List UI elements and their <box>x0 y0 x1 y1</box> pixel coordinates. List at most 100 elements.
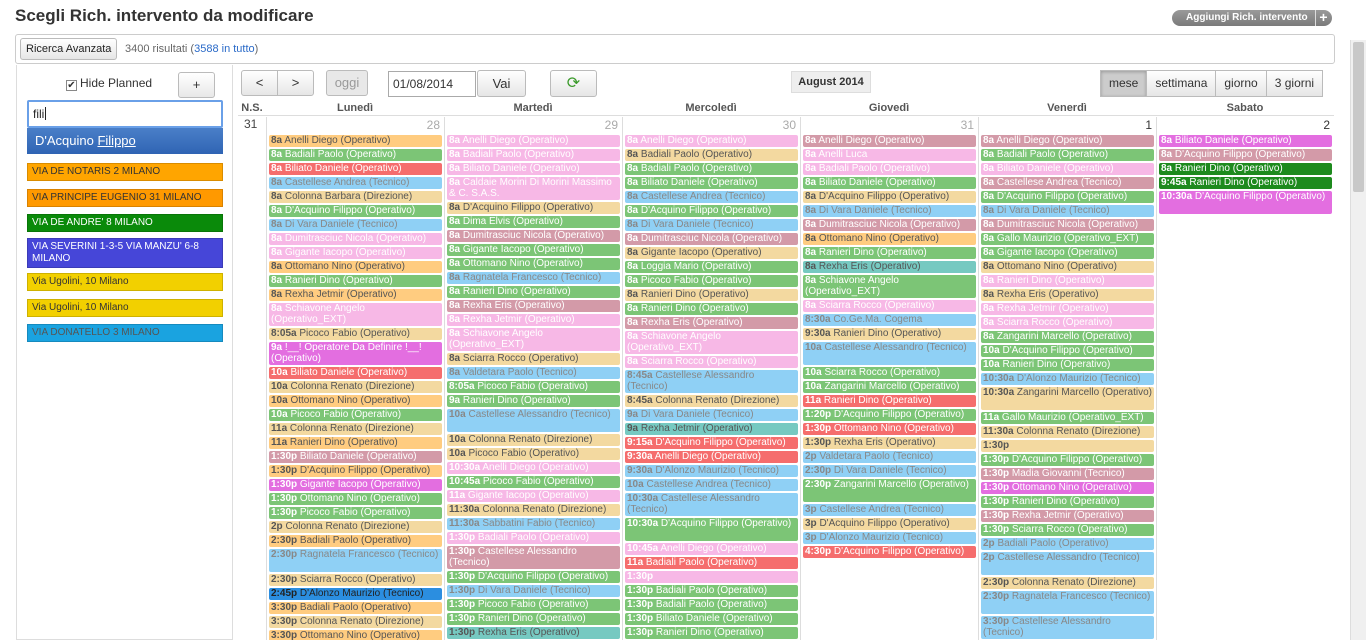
calendar-event[interactable]: 8a Di Vara Daniele (Tecnico) <box>269 219 442 231</box>
calendar-event[interactable]: 8a Rexha Eris (Operativo) <box>625 317 798 329</box>
calendar-event[interactable]: 3:30p Castellese Alessandro (Tecnico) <box>981 616 1154 639</box>
calendar-event[interactable]: 8a Sciarra Rocco (Operativo) <box>447 353 620 365</box>
calendar-event[interactable]: 8a Ranieri Dino (Operativo) <box>447 286 620 298</box>
calendar-event[interactable]: 8a Badiali Paolo (Operativo) <box>447 149 620 161</box>
advanced-search-button[interactable]: Ricerca Avanzata <box>20 38 118 60</box>
calendar-event[interactable]: 1:30p Biliato Daniele (Operativo) <box>625 613 798 625</box>
calendar-event[interactable]: 3:30p Colonna Renato (Direzione) <box>269 616 442 628</box>
calendar-event[interactable]: 8a Ranieri Dino (Operativo) <box>803 247 976 259</box>
calendar-event[interactable]: 1:30p <box>625 571 798 583</box>
calendar-event[interactable]: 1:30p D'Acquino Filippo (Operativo) <box>269 465 442 477</box>
calendar-event[interactable]: 11a Colonna Renato (Direzione) <box>269 423 442 435</box>
calendar-event[interactable]: 1:30p Badiali Paolo (Operativo) <box>625 585 798 597</box>
calendar-event[interactable]: 8a Ranieri Dino (Operativo) <box>1159 163 1332 175</box>
calendar-event[interactable]: 8a Rexha Jetmir (Operativo) <box>447 314 620 326</box>
calendar-event[interactable]: 8a Di Vara Daniele (Tecnico) <box>803 205 976 217</box>
calendar-event[interactable]: 1:30p Ranieri Dino (Operativo) <box>447 613 620 625</box>
calendar-event[interactable]: 8a Rexha Jetmir (Operativo) <box>269 289 442 301</box>
calendar-event[interactable]: 8a Biliato Daniele (Operativo) <box>447 163 620 175</box>
view-settimana-button[interactable]: settimana <box>1146 70 1217 97</box>
calendar-event[interactable]: 9a !__! Operatore Da Definire !__! (Oper… <box>269 342 442 365</box>
calendar-event[interactable]: 8a Ottomano Nino (Operativo) <box>981 261 1154 273</box>
calendar-event[interactable]: 9a Rexha Jetmir (Operativo) <box>625 423 798 435</box>
refresh-icon[interactable]: ⟳ <box>550 70 597 97</box>
calendar-event[interactable]: 11a Gigante Iacopo (Operativo) <box>447 490 620 502</box>
hide-planned-checkbox[interactable]: ✔ Hide Planned <box>66 76 152 91</box>
calendar-event[interactable]: 8a Anelli Diego (Operativo) <box>447 135 620 147</box>
calendar-event[interactable]: 8a Anelli Luca <box>803 149 976 161</box>
calendar-event[interactable]: 8a Gigante Iacopo (Operativo) <box>269 247 442 259</box>
calendar-event[interactable]: 8a Badiali Paolo (Operativo) <box>625 163 798 175</box>
calendar-event[interactable]: 1:30p Badiali Paolo (Operativo) <box>625 599 798 611</box>
view-3-giorni-button[interactable]: 3 giorni <box>1265 70 1324 97</box>
checkbox-check-icon[interactable]: ✔ <box>66 80 77 91</box>
calendar-event[interactable]: 1:30p Ranieri Dino (Operativo) <box>981 496 1154 508</box>
calendar-event[interactable]: 10:30a D'Alonzo Maurizio (Tecnico) <box>981 373 1154 385</box>
calendar-event[interactable]: 2:30p Ragnatela Francesco (Tecnico) <box>269 549 442 572</box>
calendar-event[interactable]: 8a D'Acquino Filippo (Operativo) <box>981 191 1154 203</box>
calendar-event[interactable]: 11a Ranieri Dino (Operativo) <box>803 395 976 407</box>
calendar-event[interactable]: 8a Castellese Andrea (Tecnico) <box>269 177 442 189</box>
calendar-event[interactable]: 1:30p Castellese Alessandro (Tecnico) <box>447 546 620 569</box>
calendar-event[interactable]: 8a Schiavone Angelo (Operativo_EXT) <box>625 331 798 354</box>
calendar-event[interactable]: 8a Castellese Andrea (Tecnico) <box>625 191 798 203</box>
calendar-event[interactable]: 2p Badiali Paolo (Operativo) <box>981 538 1154 550</box>
calendar-event[interactable]: 8a Ranieri Dino (Operativo) <box>625 289 798 301</box>
view-mese-button[interactable]: mese <box>1100 70 1148 97</box>
calendar-event[interactable]: 1:30p D'Acquino Filippo (Operativo) <box>447 571 620 583</box>
calendar-event[interactable]: 3p Castellese Andrea (Tecnico) <box>803 504 976 516</box>
calendar-event[interactable]: 8a Dumitrasciuc Nicola (Operativo) <box>447 230 620 242</box>
calendar-event[interactable]: 3:30p Badiali Paolo (Operativo) <box>269 602 442 614</box>
calendar-event[interactable]: 2:30p Sciarra Rocco (Operativo) <box>269 574 442 586</box>
calendar-event[interactable]: 8a Biliato Daniele (Operativo) <box>803 177 976 189</box>
calendar-event[interactable]: 8a Schiavone Angelo (Operativo_EXT) <box>269 303 442 326</box>
calendar-event[interactable]: 2:30p Colonna Renato (Direzione) <box>981 577 1154 589</box>
calendar-event[interactable]: 8a Ranieri Dino (Operativo) <box>981 275 1154 287</box>
calendar-event[interactable]: 8a Ranieri Dino (Operativo) <box>625 303 798 315</box>
calendar-event[interactable]: 9:30a D'Alonzo Maurizio (Tecnico) <box>625 465 798 477</box>
address-item[interactable]: VIA DE NOTARIS 2 MILANO <box>27 163 223 181</box>
calendar-event[interactable]: 8a Anelli Diego (Operativo) <box>803 135 976 147</box>
next-button[interactable]: > <box>277 70 314 96</box>
calendar-event[interactable]: 11a Badiali Paolo (Operativo) <box>625 557 798 569</box>
calendar-event[interactable]: 10:45a Picoco Fabio (Operativo) <box>447 476 620 488</box>
day-cell[interactable]: 30 8a Anelli Diego (Operativo) 8a Badiali … <box>622 117 800 640</box>
calendar-event[interactable]: 8a Gigante Iacopo (Operativo) <box>981 247 1154 259</box>
calendar-event[interactable]: 8a Colonna Barbara (Direzione) <box>269 191 442 203</box>
calendar-event[interactable]: 1:30p Picoco Fabio (Operativo) <box>447 599 620 611</box>
calendar-event[interactable]: 3p D'Alonzo Maurizio (Tecnico) <box>803 532 976 544</box>
day-cell[interactable]: 31 8a Anelli Diego (Operativo) 8a Anelli L… <box>800 117 978 640</box>
calendar-event[interactable]: 1:30p Ranieri Dino (Operativo) <box>625 627 798 639</box>
page-scrollbar[interactable] <box>1350 40 1366 640</box>
calendar-event[interactable]: 11:30a Colonna Renato (Direzione) <box>447 504 620 516</box>
calendar-event[interactable]: 8a Rexha Eris (Operativo) <box>803 261 976 273</box>
calendar-event[interactable]: 1:30p Di Vara Daniele (Tecnico) <box>447 585 620 597</box>
calendar-event[interactable]: 8a Biliato Daniele (Operativo) <box>1159 135 1332 147</box>
calendar-event[interactable]: 8a Di Vara Daniele (Tecnico) <box>981 205 1154 217</box>
calendar-event[interactable]: 8a Biliato Daniele (Operativo) <box>981 163 1154 175</box>
add-filter-button[interactable]: + <box>178 72 215 98</box>
calendar-event[interactable]: 2:30p Badiali Paolo (Operativo) <box>269 535 442 547</box>
calendar-event[interactable]: 10a Castellese Alessandro (Tecnico) <box>803 342 976 365</box>
calendar-event[interactable]: 8a Anelli Diego (Operativo) <box>981 135 1154 147</box>
address-item[interactable]: VIA DONATELLO 3 MILANO <box>27 324 223 342</box>
calendar-event[interactable]: 1:30p Madia Giovanni (Tecnico) <box>981 468 1154 480</box>
view-giorno-button[interactable]: giorno <box>1215 70 1267 97</box>
calendar-event[interactable]: 8:45a Colonna Renato (Direzione) <box>625 395 798 407</box>
calendar-event[interactable]: 8a Di Vara Daniele (Tecnico) <box>625 219 798 231</box>
date-input[interactable]: 01/08/2014 <box>388 71 476 97</box>
calendar-event[interactable]: 8a Sciarra Rocco (Operativo) <box>625 356 798 368</box>
day-cell[interactable]: 28 8a Anelli Diego (Operativo) 8a Badiali … <box>266 117 444 640</box>
calendar-event[interactable]: 10a Picoco Fabio (Operativo) <box>447 448 620 460</box>
calendar-event[interactable]: 8:30a Co.Ge.Ma. Cogema <box>803 314 976 326</box>
calendar-event[interactable]: 1:30p D'Acquino Filippo (Operativo) <box>981 454 1154 466</box>
address-item[interactable]: VIA PRINCIPE EUGENIO 31 MILANO <box>27 189 223 207</box>
calendar-event[interactable]: 8a Castellese Andrea (Tecnico) <box>981 177 1154 189</box>
calendar-event[interactable]: 10:30a Zangarini Marcello (Operativo) <box>981 387 1154 410</box>
calendar-event[interactable]: 2:30p Zangarini Marcello (Operativo) <box>803 479 976 502</box>
calendar-event[interactable]: 10:30a D'Acquino Filippo (Operativo) <box>1159 191 1332 214</box>
calendar-event[interactable]: 8a D'Acquino Filippo (Operativo) <box>625 205 798 217</box>
calendar-event[interactable]: 8a Loggia Mario (Operativo) <box>625 261 798 273</box>
calendar-event[interactable]: 10:30a Anelli Diego (Operativo) <box>447 462 620 474</box>
calendar-event[interactable]: 1:30p Picoco Fabio (Operativo) <box>269 507 442 519</box>
